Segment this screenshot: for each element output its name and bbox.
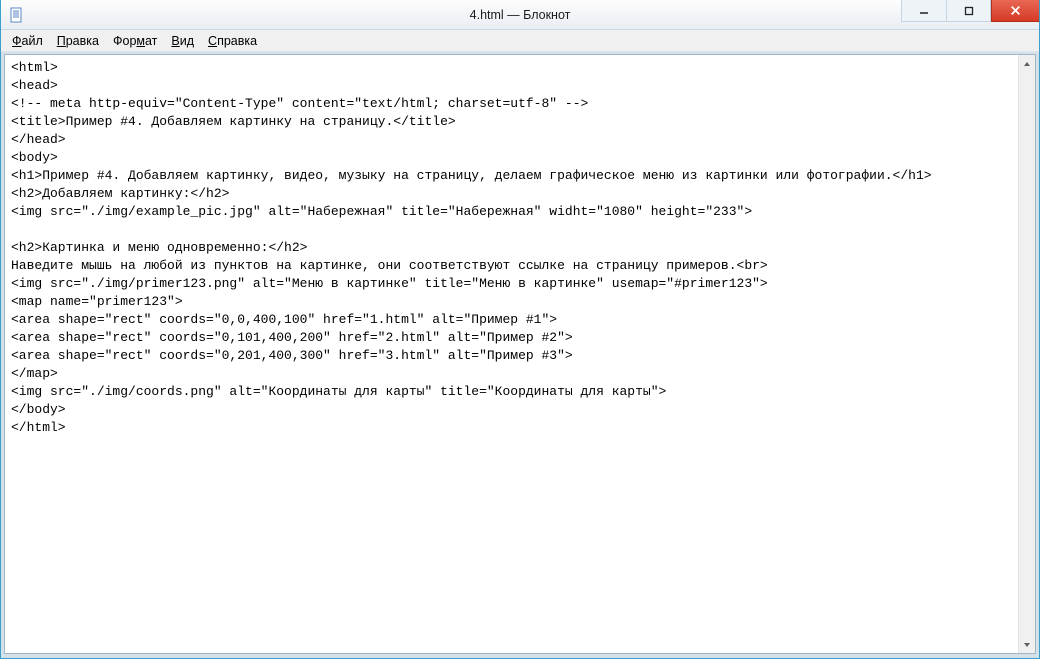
close-button[interactable] (991, 0, 1039, 22)
menu-edit[interactable]: Правка (50, 32, 106, 50)
scroll-up-button[interactable] (1019, 55, 1035, 72)
menu-file[interactable]: Файл (5, 32, 50, 50)
maximize-button[interactable] (946, 0, 991, 22)
menu-bar: Файл Правка Формат Вид Справка (1, 30, 1039, 52)
menu-help[interactable]: Справка (201, 32, 264, 50)
editor-textarea[interactable]: <html> <head> <!-- meta http-equiv="Cont… (5, 55, 1017, 653)
scroll-track[interactable] (1019, 72, 1035, 636)
menu-format[interactable]: Формат (106, 32, 164, 50)
scroll-down-button[interactable] (1019, 636, 1035, 653)
minimize-button[interactable] (901, 0, 946, 22)
menu-view[interactable]: Вид (164, 32, 201, 50)
app-icon (9, 7, 25, 23)
window-titlebar: 4.html — Блокнот (1, 0, 1039, 30)
window-controls (901, 0, 1039, 29)
editor-frame: <html> <head> <!-- meta http-equiv="Cont… (4, 54, 1036, 654)
window-title: 4.html — Блокнот (1, 8, 1039, 22)
vertical-scrollbar[interactable] (1018, 55, 1035, 653)
